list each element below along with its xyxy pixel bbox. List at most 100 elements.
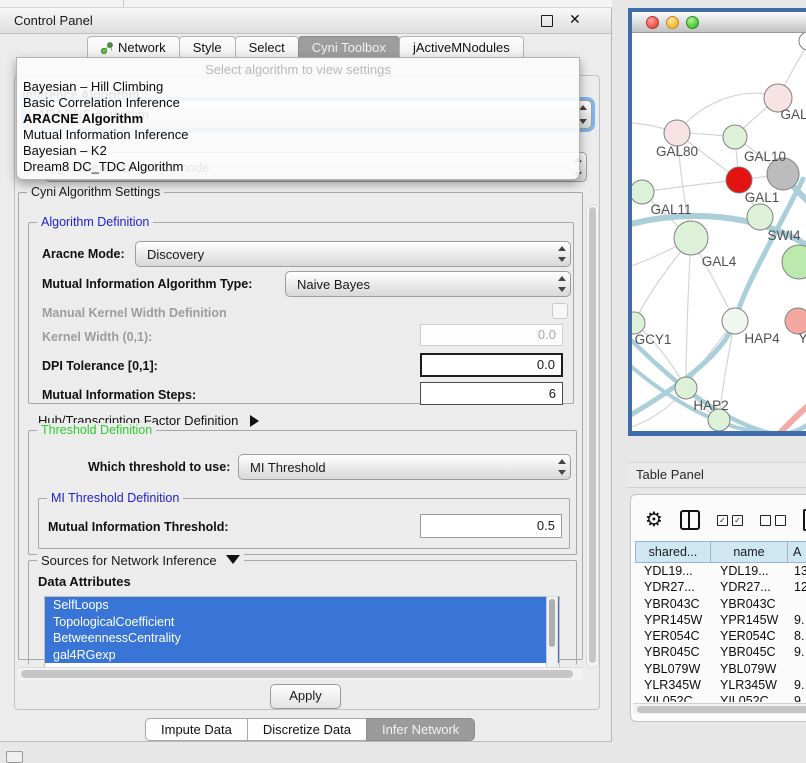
mi-type-combobox[interactable]: Naive Bayes	[285, 271, 571, 297]
dock-panel-icon[interactable]	[6, 751, 23, 763]
sources-title: Sources for Network Inference	[41, 553, 217, 568]
list-scrollbar[interactable]	[546, 596, 558, 669]
attribute-item[interactable]: BetweennessCentrality	[45, 630, 559, 647]
manual-kernel-label: Manual Kernel Width Definition	[42, 306, 227, 320]
table-hscrollbar[interactable]	[633, 703, 806, 714]
chevron-down-icon[interactable]	[226, 555, 240, 564]
checked-checkboxes-icon[interactable]: ✓✓	[717, 515, 743, 526]
network-node[interactable]	[674, 221, 708, 255]
manual-kernel-checkbox[interactable]	[552, 303, 568, 319]
which-threshold-combobox[interactable]: MI Threshold	[238, 454, 571, 480]
aracne-mode-label: Aracne Mode:	[42, 247, 125, 261]
tab-jactivemnodules[interactable]: jActiveMNodules	[399, 36, 524, 59]
minimize-traffic-light-icon[interactable]	[666, 16, 679, 29]
table-row[interactable]: YDL19...YDL19...13	[635, 563, 806, 579]
settings-vscrollbar[interactable]	[586, 204, 599, 668]
table-cell: 8.	[787, 628, 806, 644]
network-edge[interactable]	[686, 238, 691, 388]
network-node[interactable]	[782, 245, 806, 279]
table-row[interactable]: YBR043CYBR043C	[635, 596, 806, 612]
popup-item[interactable]: Bayesian – K2	[17, 143, 579, 159]
unchecked-checkboxes-icon[interactable]	[760, 515, 786, 526]
popup-item[interactable]: Basic Correlation Inference	[17, 95, 579, 111]
network-node[interactable]	[675, 377, 697, 399]
table-column-header[interactable]: name	[710, 541, 787, 563]
tab-infer-network[interactable]: Infer Network	[366, 718, 475, 741]
table-row[interactable]: YBR045CYBR045C9.	[635, 644, 806, 660]
table-column-header[interactable]: A	[787, 541, 806, 563]
network-canvas[interactable]: GALGAL80GAL10GAL1GAL11SWI4GAL4GCY1HAP4YH…	[632, 33, 806, 431]
attribute-item[interactable]: SelfLoops	[45, 597, 559, 614]
network-node[interactable]	[723, 125, 747, 149]
table-body[interactable]: YDL19...YDL19...13YDR27...YDR27...12YBR0…	[635, 563, 806, 702]
network-edge[interactable]	[642, 180, 739, 192]
settings-hscrollbar-thumb[interactable]	[21, 670, 573, 678]
panel-title: Control Panel	[14, 13, 93, 28]
table-cell: 13	[787, 563, 806, 579]
tab-network[interactable]: Network	[87, 36, 180, 59]
gear-icon[interactable]: ⚙	[645, 510, 663, 530]
table-toolbar: ⚙ ✓✓	[645, 507, 806, 533]
table-cell: YIL052C	[635, 693, 710, 702]
settings-hscrollbar[interactable]	[18, 667, 583, 680]
table-row[interactable]: YLR345WYLR345W9.	[635, 677, 806, 693]
table-row[interactable]: YDR27...YDR27...12	[635, 579, 806, 595]
table-cell: YBL079W	[635, 661, 710, 677]
tab-label: Style	[193, 37, 222, 58]
network-graph: GALGAL80GAL10GAL1GAL11SWI4GAL4GCY1HAP4YH…	[632, 33, 806, 431]
data-attributes-list[interactable]: SelfLoopsTopologicalCoefficientBetweenne…	[44, 596, 560, 669]
which-threshold-label: Which threshold to use:	[88, 460, 230, 474]
float-window-icon[interactable]	[541, 15, 553, 27]
tab-impute-data[interactable]: Impute Data	[145, 718, 248, 741]
network-node[interactable]	[799, 33, 806, 50]
group-title: Sources for Network Inference	[37, 553, 244, 568]
table-row[interactable]: YBL079WYBL079W	[635, 661, 806, 677]
tab-discretize-data[interactable]: Discretize Data	[247, 718, 367, 741]
network-node[interactable]	[747, 204, 773, 230]
combobox-value: Discovery	[136, 247, 554, 262]
mi-threshold-label: Mutual Information Threshold:	[48, 520, 229, 534]
dpi-tolerance-field[interactable]: 0.0	[420, 353, 563, 377]
popup-item[interactable]: Bayesian – Hill Climbing	[17, 79, 579, 95]
cyni-bottom-tabs: Impute Data Discretize Data Infer Networ…	[146, 718, 475, 739]
zoom-traffic-light-icon[interactable]	[686, 16, 699, 29]
list-scrollbar-thumb[interactable]	[549, 599, 555, 647]
network-node-label: GAL4	[702, 254, 737, 269]
attribute-item[interactable]: gal4RGexp	[45, 647, 559, 664]
network-node-label: GAL11	[650, 202, 691, 217]
mi-steps-field[interactable]: 6	[420, 382, 563, 405]
network-node[interactable]	[632, 180, 654, 204]
close-icon[interactable]: ✕	[569, 11, 581, 28]
settings-vscrollbar-thumb[interactable]	[589, 207, 596, 663]
tab-cyni-toolbox[interactable]: Cyni Toolbox	[298, 36, 400, 59]
apply-button[interactable]: Apply	[270, 684, 341, 709]
table-column-header[interactable]: shared...	[635, 541, 710, 563]
combobox-value: Naive Bayes	[286, 277, 554, 292]
table-row[interactable]: YPR145WYPR145W9.	[635, 612, 806, 628]
close-traffic-light-icon[interactable]	[646, 16, 659, 29]
mi-type-label: Mutual Information Algorithm Type:	[42, 277, 252, 291]
table-panel-titlebar: Table Panel	[628, 462, 806, 488]
network-node[interactable]	[664, 120, 690, 146]
table-row[interactable]: YER054CYER054C8.	[635, 628, 806, 644]
kernel-width-field[interactable]: 0.0	[420, 324, 563, 346]
network-node-label: GAL10	[744, 149, 786, 164]
table-cell: YIL052C	[710, 693, 787, 702]
attribute-item[interactable]: TopologicalCoefficient	[45, 614, 559, 631]
combobox-value: MI Threshold	[239, 460, 554, 475]
tab-style[interactable]: Style	[179, 36, 236, 59]
table-row[interactable]: YIL052CYIL052C9.	[635, 693, 806, 702]
table-cell: YBL079W	[710, 661, 787, 677]
aracne-mode-combobox[interactable]: Discovery	[135, 241, 571, 267]
table-cell: 9.	[787, 677, 806, 693]
popup-item[interactable]: Dream8 DC_TDC Algorithm	[17, 159, 579, 175]
table-cell: YLR345W	[635, 677, 710, 693]
algorithm-dropdown-popup: Select algorithm to view settings Bayesi…	[16, 57, 580, 180]
popup-item[interactable]: ARACNE Algorithm	[17, 111, 579, 127]
table-hscrollbar-thumb[interactable]	[637, 706, 806, 713]
table-cell: 12	[787, 579, 806, 595]
mi-threshold-field[interactable]: 0.5	[420, 514, 562, 538]
popup-item[interactable]: Mutual Information Inference	[17, 127, 579, 143]
tab-select[interactable]: Select	[235, 36, 299, 59]
split-view-icon[interactable]	[680, 510, 700, 530]
